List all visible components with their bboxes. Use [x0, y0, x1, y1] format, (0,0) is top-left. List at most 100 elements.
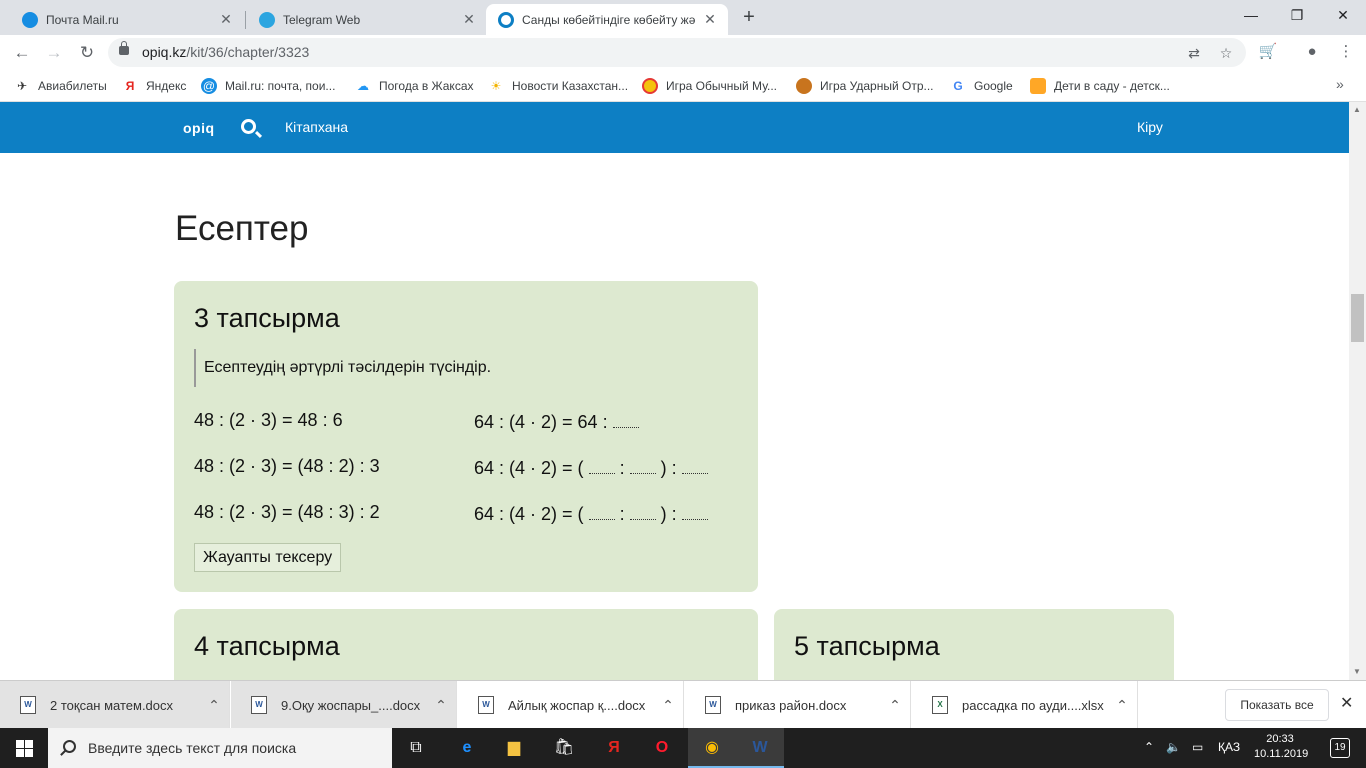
tab-mail[interactable]: Почта Mail.ru ✕	[0, 4, 244, 35]
clock[interactable]: 20:33 10.11.2019	[1254, 732, 1309, 762]
url-host: opiq.kz	[142, 44, 187, 60]
bookmark-pogoda[interactable]: ☁ Погода в Жаксах	[355, 77, 474, 95]
download-item[interactable]: W Айлық жоспар қ....docx ⌃	[458, 681, 684, 729]
word-icon[interactable]: W	[736, 728, 784, 768]
chrome-icon[interactable]: ◉	[688, 728, 736, 768]
bookmark-google[interactable]: G Google	[950, 77, 1012, 95]
answer-blank[interactable]	[681, 502, 708, 520]
translate-icon[interactable]: ⇄	[1184, 43, 1204, 63]
notification-center-icon[interactable]: 19	[1330, 738, 1350, 758]
answer-blank[interactable]	[588, 502, 615, 520]
network-icon[interactable]: ▭	[1192, 740, 1203, 754]
colon-symbol: :	[619, 458, 625, 478]
bookmark-aviabilety[interactable]: ✈ Авиабилеты	[14, 77, 107, 95]
clock-date: 10.11.2019	[1254, 748, 1309, 760]
url-text[interactable]: opiq.kz/kit/36/chapter/3323	[142, 44, 309, 60]
show-all-downloads-button[interactable]: Показать все	[1225, 689, 1329, 721]
close-tab-icon[interactable]: ✕	[459, 11, 479, 28]
bookmark-star-icon[interactable]: ☆	[1216, 43, 1236, 63]
edge-icon[interactable]: e	[443, 728, 491, 768]
tab-title: Telegram Web	[283, 12, 361, 27]
download-item[interactable]: W приказ район.docx ⌃	[685, 681, 911, 729]
tray-chevron-up-icon[interactable]: ⌃	[1144, 740, 1154, 754]
task-title: 4 тапсырма	[194, 631, 340, 661]
bookmark-igra-obychny[interactable]: Игра Обычный Му...	[642, 77, 777, 95]
scroll-down-icon[interactable]: ▼	[1353, 667, 1361, 676]
task-view-icon[interactable]: ⧉	[392, 728, 440, 768]
mail-ru-icon	[22, 11, 38, 28]
search-icon	[63, 740, 76, 753]
bookmark-igra-udarny[interactable]: Игра Ударный Отр...	[796, 77, 934, 95]
maximize-icon[interactable]: ❐	[1274, 0, 1320, 30]
tab-telegram[interactable]: Telegram Web ✕	[237, 4, 487, 35]
bookmark-mailru[interactable]: @ Mail.ru: почта, пои...	[201, 77, 335, 95]
scrollbar-thumb[interactable]	[1351, 294, 1364, 342]
mail-ru-icon: @	[201, 78, 217, 94]
minimize-icon[interactable]: —	[1228, 0, 1274, 30]
bookmark-label: Mail.ru: почта, пои...	[225, 79, 336, 93]
close-tab-icon[interactable]: ✕	[216, 11, 236, 28]
yandex-browser-icon[interactable]: Я	[590, 728, 638, 768]
close-downloads-icon[interactable]: ✕	[1340, 693, 1353, 713]
answer-blank[interactable]	[681, 456, 708, 474]
bookmark-novosti[interactable]: ☀ Новости Казахстан...	[488, 77, 628, 95]
file-explorer-icon[interactable]: ▆	[490, 728, 538, 768]
page-scrollbar[interactable]: ▲ ▼	[1349, 102, 1366, 680]
check-answer-button[interactable]: Жауапты тексеру	[194, 543, 342, 572]
task-card-5: 5 тапсырма	[774, 609, 1174, 680]
nav-login[interactable]: Кіру	[1137, 119, 1163, 135]
equation-right-2: 64 : (4 · 2) = ( : ) :	[474, 456, 708, 479]
profile-icon[interactable]: ●	[1300, 40, 1324, 64]
close-tab-icon[interactable]: ✕	[700, 11, 720, 28]
bookmark-yandex[interactable]: Я Яндекс	[122, 77, 187, 95]
cart-icon[interactable]: 🛒	[1256, 40, 1280, 64]
nav-library[interactable]: Кітапхана	[285, 119, 348, 135]
store-icon[interactable]: 🛍	[540, 728, 588, 768]
opiq-logo[interactable]: opiq	[183, 120, 215, 136]
answer-blank[interactable]	[612, 410, 639, 428]
close-window-icon[interactable]: ✕	[1320, 0, 1366, 30]
menu-icon[interactable]: ⋮	[1334, 40, 1358, 64]
scroll-up-icon[interactable]: ▲	[1353, 105, 1361, 114]
search-icon[interactable]	[241, 119, 256, 134]
language-indicator[interactable]: ҚАЗ	[1218, 740, 1240, 754]
forward-icon[interactable]: →	[42, 41, 66, 65]
page-title: Есептер	[175, 209, 309, 248]
download-filename: приказ район.docx	[735, 697, 847, 713]
answer-blank[interactable]	[629, 502, 656, 520]
download-item[interactable]: X рассадка по ауди....xlsx ⌃	[912, 681, 1138, 729]
opera-icon[interactable]: O	[638, 728, 686, 768]
weather-icon: ☁	[357, 79, 369, 93]
reload-icon[interactable]: ↻	[75, 41, 99, 65]
answer-blank[interactable]	[588, 456, 615, 474]
chevron-up-icon[interactable]: ⌃	[1107, 697, 1137, 714]
taskbar-search-input[interactable]: Введите здесь текст для поиска	[48, 728, 392, 768]
address-bar[interactable]: opiq.kz/kit/36/chapter/3323 ⇄ ☆	[108, 38, 1246, 67]
chevron-up-icon[interactable]: ⌃	[653, 697, 683, 714]
chevron-up-icon[interactable]: ⌃	[880, 697, 910, 714]
answer-blank[interactable]	[629, 456, 656, 474]
task-card-3: 3 тапсырма Есептеудің әртүрлі тәсілдерін…	[174, 281, 758, 592]
download-item[interactable]: W 2 тоқсан матем.docx ⌃	[0, 681, 230, 729]
task-title: 3 тапсырма	[194, 303, 340, 333]
more-bookmarks-icon[interactable]: »	[1336, 76, 1344, 92]
tab-strip: Почта Mail.ru ✕ Telegram Web ✕ Санды көб…	[0, 0, 1366, 35]
download-item[interactable]: W 9.Оқу жоспары_....docx ⌃	[231, 681, 457, 729]
tab-active-opiq[interactable]: Санды көбейтіндіге көбейту жә ✕	[486, 4, 728, 35]
equation-text: 64 : (4 · 2) = (	[474, 504, 584, 524]
sun-icon: ☀	[490, 79, 502, 93]
windows-taskbar: Введите здесь текст для поиска ⧉ e ▆ 🛍 Я…	[0, 728, 1366, 768]
volume-icon[interactable]: 🔈	[1166, 740, 1181, 754]
word-doc-icon: W	[478, 696, 494, 714]
new-tab-button[interactable]: +	[738, 6, 760, 28]
word-doc-icon: W	[705, 696, 721, 714]
game-icon	[642, 78, 658, 94]
page-content: Есептер 3 тапсырма Есептеудің әртүрлі тә…	[0, 153, 1349, 680]
lock-icon[interactable]	[119, 41, 129, 55]
back-icon[interactable]: ←	[10, 41, 34, 65]
chevron-up-icon[interactable]: ⌃	[199, 697, 229, 714]
bookmark-deti[interactable]: Дети в саду - детск...	[1030, 77, 1170, 95]
chevron-up-icon[interactable]: ⌃	[426, 697, 456, 714]
windows-start-icon[interactable]	[0, 728, 48, 768]
tab-title: Санды көбейтіндіге көбейту жә	[522, 12, 696, 27]
